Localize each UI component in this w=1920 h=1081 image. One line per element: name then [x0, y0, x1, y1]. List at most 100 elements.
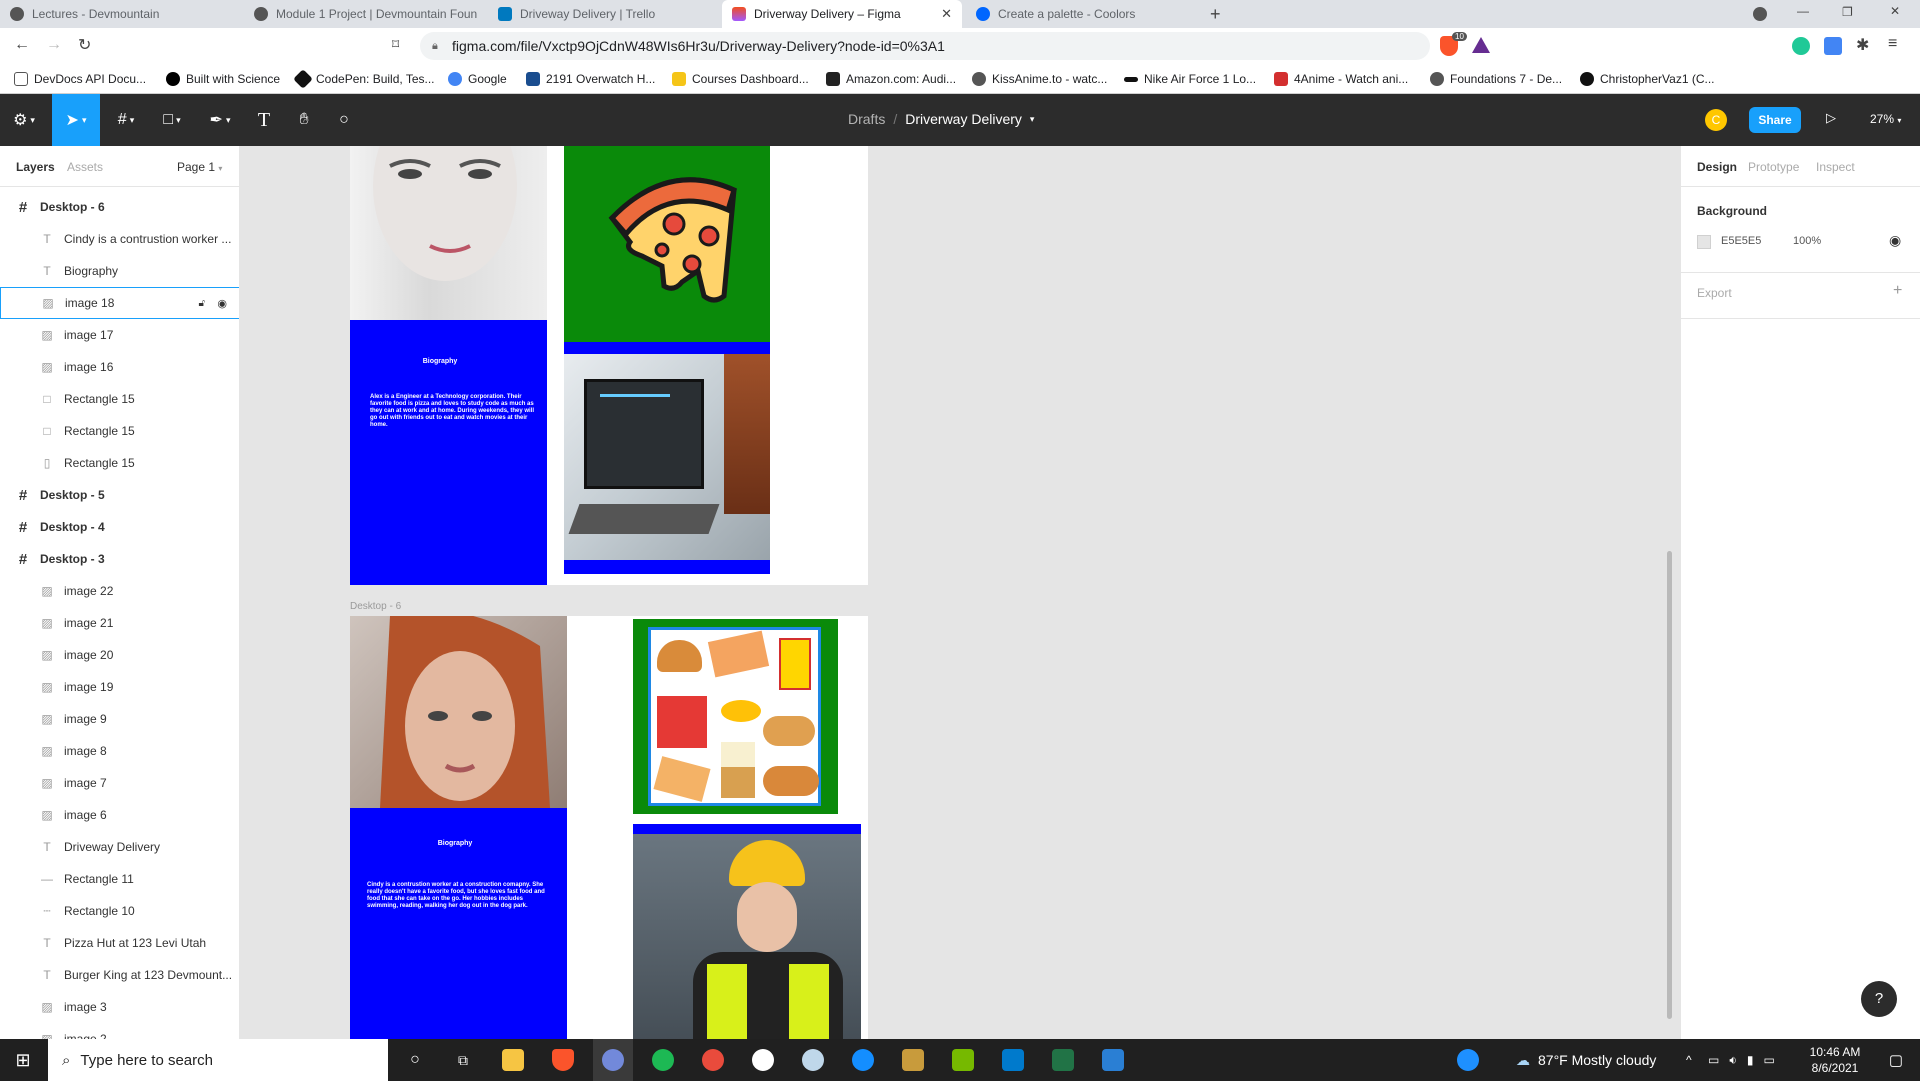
portrait-image[interactable] — [350, 146, 547, 320]
biography-card[interactable]: Biography Alex is a Engineer at a Techno… — [350, 320, 547, 585]
bookmark-item[interactable]: Foundations 7 - De... — [1430, 70, 1562, 88]
bookmark-item[interactable]: Nike Air Force 1 Lo... — [1124, 70, 1256, 88]
avatar[interactable]: C — [1705, 109, 1727, 131]
browser-tab-active[interactable]: Driverway Delivery – Figma ✕ — [722, 0, 962, 28]
browser-tab[interactable]: Driveway Delivery | Trello — [488, 0, 718, 28]
task-view-icon[interactable]: ⧉ — [443, 1039, 483, 1081]
help-circle-icon[interactable] — [1452, 1039, 1484, 1081]
layer-row[interactable]: □ Rectangle 15 — [0, 383, 239, 415]
figma-menu-icon[interactable]: ⚙︎ ▾ — [0, 94, 48, 146]
back-icon[interactable]: ← — [14, 36, 30, 54]
minimize-icon[interactable]: — — [1797, 4, 1809, 18]
browser-tab[interactable]: Create a palette - Coolors — [966, 0, 1196, 28]
layer-row[interactable]: ▨ image 9 — [0, 703, 239, 735]
steam-icon[interactable] — [793, 1039, 833, 1081]
office-photo[interactable] — [564, 354, 770, 560]
background-hex[interactable]: E5E5E5 — [1721, 235, 1761, 247]
excel-icon[interactable] — [1043, 1039, 1083, 1081]
layer-row[interactable]: — Rectangle 11 — [0, 863, 239, 895]
present-icon[interactable]: ▷ — [1826, 110, 1836, 126]
layer-row[interactable]: ▯ Rectangle 15 — [0, 447, 239, 479]
mic-icon[interactable]: ▮ — [1747, 1053, 1754, 1067]
layer-row[interactable]: T Biography — [0, 255, 239, 287]
restore-icon[interactable]: ❐ — [1842, 5, 1853, 19]
bookmark-item[interactable]: 2191 Overwatch H... — [526, 70, 655, 88]
photo-frame-rect[interactable] — [564, 342, 770, 574]
reload-icon[interactable]: ↻ — [78, 35, 91, 55]
network-icon[interactable]: ▭ — [1708, 1053, 1719, 1067]
menu-icon[interactable]: ≡ — [1888, 35, 1897, 53]
color-swatch[interactable] — [1697, 235, 1711, 249]
layer-row[interactable]: ▨ image 19 — [0, 671, 239, 703]
fast-food-image[interactable] — [633, 619, 838, 814]
vscode-icon[interactable] — [993, 1039, 1033, 1081]
layer-frame-row[interactable]: # Desktop - 4 — [0, 511, 239, 543]
close-window-icon[interactable]: ✕ — [1890, 4, 1900, 18]
brave-rewards-icon[interactable] — [1472, 37, 1490, 53]
bookmark-item[interactable]: Google — [448, 70, 507, 88]
layer-row[interactable]: T Driveway Delivery — [0, 831, 239, 863]
volume-icon[interactable]: 🔉︎ — [1729, 1053, 1737, 1068]
zoom-control[interactable]: 27% ▾ — [1870, 112, 1901, 126]
layer-row[interactable]: T Burger King at 123 Devmount... — [0, 959, 239, 991]
spotify-icon[interactable] — [643, 1039, 683, 1081]
bookmark-item[interactable]: Built with Science — [166, 70, 280, 88]
layer-row[interactable]: ▨ image 16 — [0, 351, 239, 383]
eye-icon[interactable]: ◉ — [217, 297, 227, 310]
background-opacity[interactable]: 100% — [1793, 235, 1821, 247]
weather-widget[interactable]: ☁ 87°F Mostly cloudy — [1516, 1039, 1656, 1081]
brave-icon[interactable] — [543, 1039, 583, 1081]
close-icon[interactable]: ✕ — [941, 6, 952, 22]
chevron-down-icon[interactable]: ▾ — [1030, 114, 1035, 127]
tray-chevron-icon[interactable]: ^ — [1686, 1039, 1692, 1081]
extension-icon[interactable] — [1792, 37, 1810, 55]
unlock-icon[interactable]: 🔓︎ — [199, 298, 205, 309]
browser-tab[interactable]: Module 1 Project | Devmountain Foun — [244, 0, 484, 28]
bookmark-item[interactable]: CodePen: Build, Tes... — [293, 69, 435, 89]
bookmark-item[interactable]: KissAnime.to - watc... — [972, 70, 1107, 88]
layer-frame-row[interactable]: # Desktop - 6 — [0, 191, 239, 223]
frame-tool-icon[interactable]: # ▾ — [104, 94, 148, 146]
extensions-icon[interactable]: ✱ — [1856, 35, 1869, 55]
layer-frame-row[interactable]: # Desktop - 5 — [0, 479, 239, 511]
file-explorer-icon[interactable] — [493, 1039, 533, 1081]
notifications-icon[interactable]: ▢ — [1878, 1039, 1914, 1081]
tab-search-icon[interactable] — [1753, 7, 1767, 21]
hand-tool-icon[interactable]: ✋︎ — [286, 94, 322, 146]
tab-layers[interactable]: Layers — [16, 160, 55, 174]
battery-icon[interactable]: ▭ — [1764, 1053, 1775, 1067]
new-tab-button[interactable]: + — [1210, 4, 1221, 25]
xbox-icon[interactable] — [743, 1039, 783, 1081]
layer-row[interactable]: ▨ image 20 — [0, 639, 239, 671]
page-selector[interactable]: Page 1 ▾ — [177, 160, 222, 174]
tab-inspect[interactable]: Inspect — [1816, 160, 1855, 174]
photo-frame-rect[interactable] — [633, 824, 861, 1039]
tab-prototype[interactable]: Prototype — [1748, 160, 1799, 174]
share-button[interactable]: Share — [1749, 107, 1801, 133]
move-tool-icon[interactable]: ➤ ▾ — [52, 94, 100, 146]
comment-tool-icon[interactable]: ○ — [326, 94, 362, 146]
eye-icon[interactable]: ◉ — [1889, 232, 1901, 249]
pen-tool-icon[interactable]: ✒︎ ▾ — [198, 94, 242, 146]
tab-assets[interactable]: Assets — [67, 160, 103, 174]
forward-icon[interactable]: → — [46, 36, 62, 54]
layer-row[interactable]: ▨ image 2 — [0, 1023, 239, 1039]
bookmark-item[interactable]: Amazon.com: Audi... — [826, 70, 956, 88]
portrait-photo[interactable] — [350, 610, 567, 808]
file-name[interactable]: Driverway Delivery — [905, 111, 1022, 127]
ea-icon[interactable] — [693, 1039, 733, 1081]
photos-icon[interactable] — [1093, 1039, 1133, 1081]
layer-row[interactable]: ▨ image 6 — [0, 799, 239, 831]
tab-design[interactable]: Design — [1697, 160, 1737, 174]
pizza-image[interactable] — [564, 146, 770, 342]
layer-row[interactable]: ▨ image 3 — [0, 991, 239, 1023]
frame-label[interactable]: Desktop - 6 — [350, 601, 401, 612]
bookmark-icon[interactable]: ⌑ — [392, 36, 399, 53]
system-tray[interactable]: ▭ 🔉︎ ▮ ▭ — [1708, 1039, 1775, 1081]
breadcrumb-parent[interactable]: Drafts — [848, 111, 885, 127]
translate-icon[interactable] — [1824, 37, 1842, 55]
url-field[interactable]: 🔒︎ figma.com/file/Vxctp9OjCdnW48WIs6Hr3u… — [420, 32, 1430, 60]
help-button[interactable]: ? — [1861, 981, 1897, 1017]
league-icon[interactable] — [893, 1039, 933, 1081]
layer-row[interactable]: ▨ image 18 🔓︎ ◉ — [0, 287, 239, 319]
